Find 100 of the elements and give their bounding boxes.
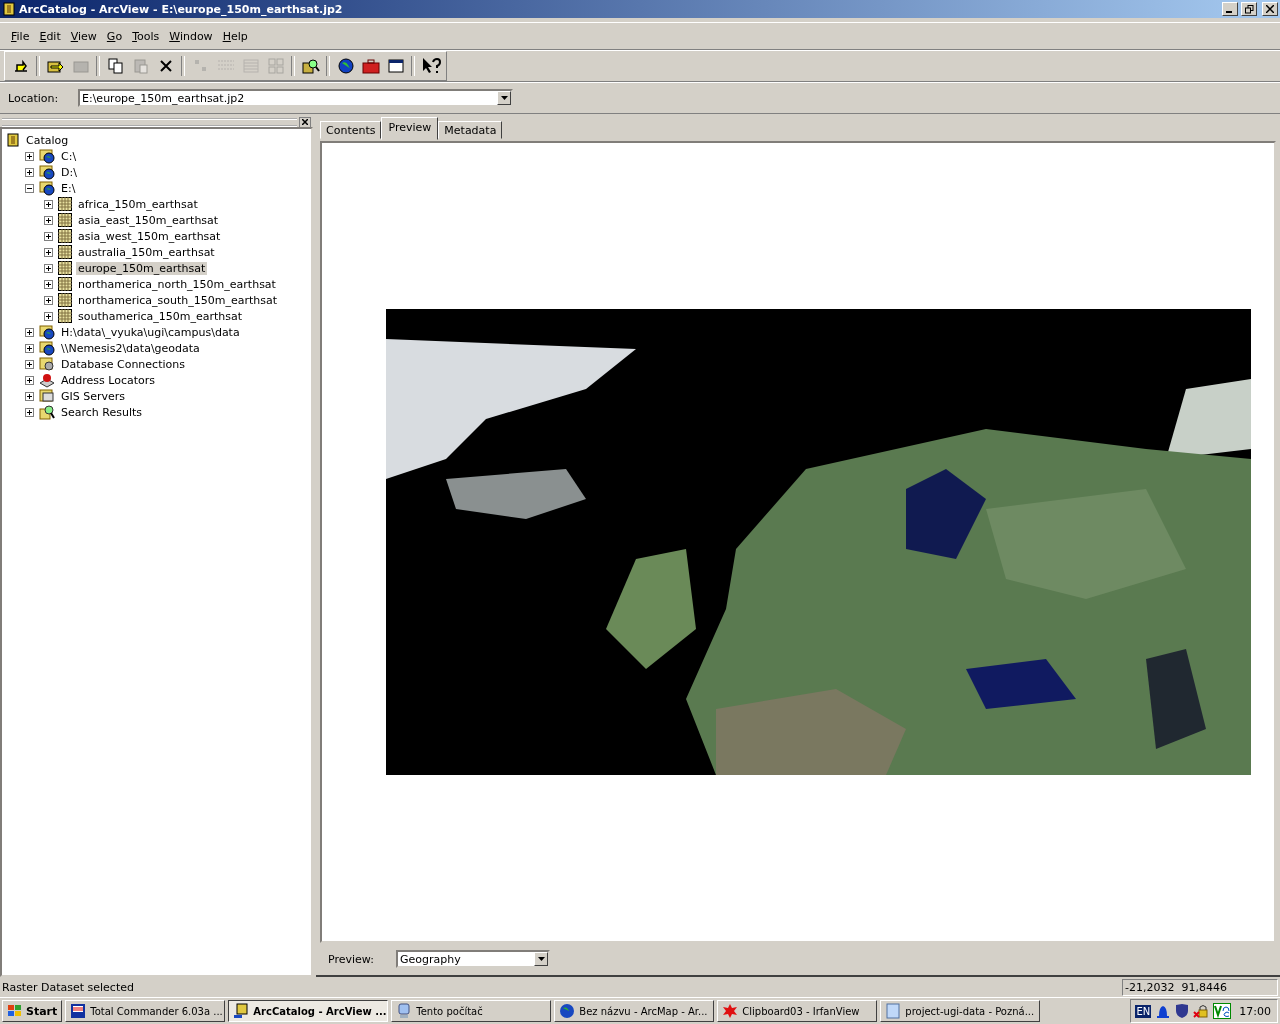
expand-icon[interactable] — [44, 295, 53, 305]
globe-icon — [559, 1003, 576, 1019]
tree-item[interactable]: northamerica_north_150m_earthsat — [76, 277, 278, 291]
vnc-icon[interactable] — [1213, 1003, 1232, 1019]
catalog-icon — [233, 1003, 250, 1019]
expand-icon[interactable] — [44, 215, 53, 225]
raster-grid-icon — [58, 261, 72, 275]
restore-icon — [1244, 4, 1254, 14]
database-connection-icon — [39, 356, 55, 372]
tree-item[interactable]: C:\ — [59, 149, 79, 163]
expand-icon[interactable] — [44, 263, 53, 273]
menu-item[interactable]: View — [65, 27, 102, 45]
menu-item[interactable]: File — [6, 27, 35, 45]
up-folder-icon — [12, 59, 29, 73]
expand-icon[interactable] — [25, 407, 34, 417]
expand-icon[interactable] — [25, 167, 34, 177]
connect-folder-icon — [46, 58, 65, 74]
clock: 17:00 — [1239, 1004, 1271, 1018]
shield-icon[interactable] — [1175, 1003, 1190, 1019]
taskbar-button[interactable]: ArcCatalog - ArcView ... — [228, 1000, 389, 1022]
tree-item[interactable]: E:\ — [59, 181, 78, 195]
tree-item[interactable]: Catalog — [24, 133, 71, 147]
menu-item[interactable]: Help — [217, 27, 253, 45]
tree-item[interactable]: GIS Servers — [59, 389, 128, 403]
expand-icon[interactable] — [44, 199, 53, 209]
menu-item[interactable]: Tools — [127, 27, 165, 45]
delete-icon — [158, 59, 173, 73]
catalog-icon — [2, 2, 16, 16]
raster-grid-icon — [58, 229, 72, 243]
collapse-icon[interactable] — [25, 183, 34, 193]
taskbar-button[interactable]: Total Commander 6.03a ... — [65, 1000, 226, 1022]
help-pointer-icon — [420, 57, 441, 75]
panel-grip[interactable] — [2, 117, 297, 127]
expand-icon[interactable] — [44, 311, 53, 321]
globe-icon — [336, 57, 355, 75]
taskbar-button[interactable]: Bez názvu - ArcMap - Ar... — [554, 1000, 715, 1022]
expand-icon[interactable] — [25, 391, 34, 401]
preview-dropdown[interactable]: Geography — [396, 950, 550, 968]
window-title: ArcCatalog - ArcView - E:\europe_150m_earthsat.jp2 — [19, 2, 344, 16]
expand-icon[interactable] — [25, 375, 34, 385]
large-icons-icon — [192, 58, 209, 74]
taskbar-button[interactable]: Clipboard03 - IrfanView — [717, 1000, 878, 1022]
tree-item[interactable]: Database Connections — [59, 357, 187, 371]
tree-item[interactable]: asia_west_150m_earthsat — [76, 229, 223, 243]
expand-icon[interactable] — [44, 279, 53, 289]
expand-icon[interactable] — [25, 343, 34, 353]
start-button[interactable]: Start — [2, 1000, 63, 1022]
menu-item[interactable]: Go — [101, 27, 128, 45]
notepad-icon — [885, 1003, 902, 1019]
copy-icon — [107, 58, 124, 74]
disconnect-folder-icon — [71, 58, 90, 74]
expand-icon[interactable] — [25, 359, 34, 369]
taskbar-button[interactable]: project-ugi-data - Pozná... — [880, 1000, 1041, 1022]
toolbox-icon — [361, 58, 380, 74]
expand-icon[interactable] — [25, 327, 34, 337]
drive-icon — [39, 148, 55, 164]
tree-item[interactable]: D:\ — [59, 165, 79, 179]
tree-item[interactable]: \\Nemesis2\data\geodata — [59, 341, 202, 355]
catalog-icon — [6, 133, 20, 147]
tree-item[interactable]: northamerica_south_150m_earthsat — [76, 293, 280, 307]
raster-grid-icon — [58, 245, 72, 259]
raster-grid-icon — [58, 197, 72, 211]
expand-icon[interactable] — [44, 247, 53, 257]
drive-icon — [39, 180, 55, 196]
server-icon — [39, 388, 55, 404]
restore-button[interactable] — [1241, 2, 1257, 16]
dropdown-arrow-icon — [537, 957, 545, 961]
windows-flag-icon — [7, 1004, 23, 1018]
tree-item[interactable]: australia_150m_earthsat — [76, 245, 217, 259]
menu-item[interactable]: Window — [164, 27, 218, 45]
tree-item[interactable]: Search Results — [59, 405, 144, 419]
raster-grid-icon — [58, 213, 72, 227]
bell-icon[interactable] — [1155, 1003, 1172, 1019]
lock-icon[interactable] — [1193, 1003, 1210, 1019]
address-locator-icon — [39, 372, 55, 388]
status-message: Raster Dataset selected — [1, 980, 134, 994]
tree-item[interactable]: southamerica_150m_earthsat — [76, 309, 245, 323]
minimize-button[interactable] — [1222, 2, 1238, 16]
search-icon — [301, 57, 320, 75]
tree-item[interactable]: H:\data\_vyuka\ugi\campus\data — [59, 325, 242, 339]
close-icon — [302, 119, 308, 125]
tree-item[interactable]: Address Locators — [59, 373, 158, 387]
tree-item[interactable]: africa_150m_earthsat — [76, 197, 200, 211]
tab[interactable]: Metadata — [438, 121, 503, 139]
close-button[interactable] — [299, 116, 311, 128]
thumbnails-icon — [267, 58, 284, 74]
expand-icon[interactable] — [44, 231, 53, 241]
expand-icon[interactable] — [25, 151, 34, 161]
drive-icon — [39, 164, 55, 180]
language-indicator[interactable]: EN — [1135, 1004, 1152, 1018]
taskbar-button[interactable]: Tento počítač — [391, 1000, 552, 1022]
window-icon — [387, 59, 404, 73]
tab[interactable]: Preview — [381, 117, 439, 140]
tree-item[interactable]: europe_150m_earthsat — [76, 261, 208, 275]
splash-icon — [722, 1003, 739, 1019]
menu-item[interactable]: Edit — [34, 27, 66, 45]
tab[interactable]: Contents — [320, 121, 382, 139]
tree-item[interactable]: asia_east_150m_earthsat — [76, 213, 221, 227]
raster-grid-icon — [58, 277, 72, 291]
location-field[interactable]: E:\europe_150m_earthsat.jp2 — [78, 89, 513, 107]
